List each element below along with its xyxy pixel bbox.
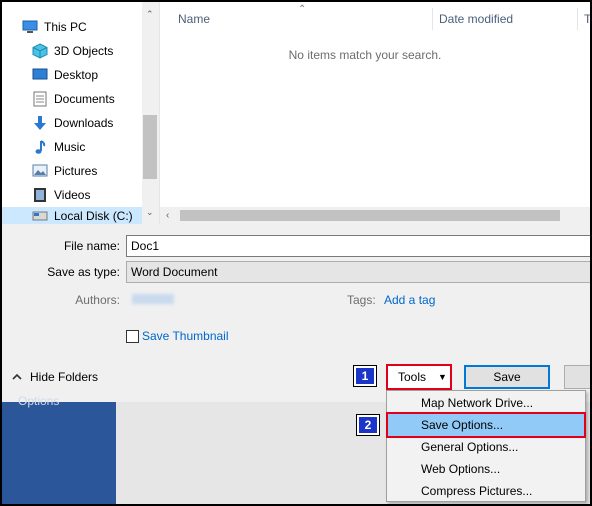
save-as-type-label: Save as type: <box>47 265 120 279</box>
file-name-value: Doc1 <box>131 239 160 253</box>
menu-item-label: Web Options... <box>421 462 501 476</box>
nav-item-3d-objects[interactable]: 3D Objects <box>2 39 142 63</box>
step-badge-2: 2 <box>356 414 380 436</box>
3d-objects-icon <box>32 43 48 59</box>
menu-item-web-options[interactable]: Web Options... <box>388 458 584 480</box>
tags-label: Tags: <box>347 293 376 307</box>
nav-item-music[interactable]: Music <box>2 135 142 159</box>
desktop-icon <box>32 67 48 83</box>
nav-item-local-disk[interactable]: Local Disk (C:) <box>2 207 142 224</box>
column-separator[interactable] <box>432 8 433 30</box>
authors-label: Authors: <box>75 293 120 307</box>
nav-scroll-thumb[interactable] <box>143 115 157 179</box>
menu-item-label: Map Network Drive... <box>421 396 534 410</box>
this-pc-icon <box>22 19 38 35</box>
nav-item-label: Desktop <box>54 68 99 82</box>
documents-icon <box>32 91 48 107</box>
navigation-pane: This PC 3D Objects Desktop Documents Dow… <box>2 2 158 224</box>
scroll-down-arrow-icon[interactable]: ⌄ <box>146 208 154 217</box>
nav-item-pictures[interactable]: Pictures <box>2 159 142 183</box>
sort-ascending-icon: ⌃ <box>298 4 307 15</box>
tools-dropdown-button[interactable]: Tools ▼ <box>386 364 452 390</box>
nav-item-documents[interactable]: Documents <box>2 87 142 111</box>
cancel-button[interactable] <box>564 365 590 389</box>
nav-item-label: Music <box>54 140 86 154</box>
column-header-date-modified[interactable]: Date modified <box>439 12 513 26</box>
column-header-type[interactable]: Ty <box>584 12 590 26</box>
tools-label: Tools <box>398 370 427 384</box>
nav-item-label: Local Disk (C:) <box>54 208 133 223</box>
menu-item-compress-pictures[interactable]: Compress Pictures... <box>388 480 584 502</box>
dropdown-arrow-icon: ▼ <box>438 372 447 382</box>
scroll-up-arrow-icon[interactable]: ⌃ <box>146 10 154 19</box>
hide-folders-toggle[interactable]: Hide Folders <box>12 370 98 384</box>
empty-search-message: No items match your search. <box>288 48 442 62</box>
backstage-sidebar: Options <box>2 394 116 504</box>
menu-item-map-network-drive[interactable]: Map Network Drive... <box>388 392 584 414</box>
save-as-type-select[interactable]: Word Document <box>126 261 590 283</box>
downloads-icon <box>32 115 48 131</box>
horizontal-scroll-thumb[interactable] <box>180 210 560 221</box>
music-icon <box>32 139 48 155</box>
add-tag-link[interactable]: Add a tag <box>384 293 435 307</box>
save-label: Save <box>493 370 521 384</box>
nav-item-label: This PC <box>44 20 87 34</box>
save-button[interactable]: Save <box>464 365 550 389</box>
file-list-horizontal-scrollbar[interactable]: ‹ <box>160 207 590 224</box>
videos-icon <box>32 187 48 203</box>
nav-item-videos[interactable]: Videos <box>2 183 142 207</box>
menu-item-label: General Options... <box>421 440 519 454</box>
nav-vertical-scrollbar[interactable]: ⌃ ⌄ <box>142 2 158 224</box>
save-thumbnail-label[interactable]: Save Thumbnail <box>142 329 229 343</box>
save-thumbnail-checkbox[interactable] <box>126 330 139 343</box>
file-name-input[interactable]: Doc1 <box>126 235 590 257</box>
chevron-up-icon <box>12 370 22 384</box>
local-disk-icon <box>32 208 48 224</box>
backstage-options-item[interactable]: Options <box>18 394 59 408</box>
menu-item-general-options[interactable]: General Options... <box>388 436 584 458</box>
nav-item-downloads[interactable]: Downloads <box>2 111 142 135</box>
menu-item-label: Compress Pictures... <box>421 484 533 498</box>
nav-item-label: Pictures <box>54 164 98 178</box>
file-name-label: File name: <box>63 239 120 253</box>
menu-item-save-options[interactable]: Save Options... <box>386 412 586 438</box>
tools-menu: Map Network Drive... Save Options... Gen… <box>386 390 586 502</box>
pictures-icon <box>32 163 48 179</box>
save-as-type-value: Word Document <box>131 265 218 279</box>
menu-item-label: Save Options... <box>421 418 504 432</box>
screenshot-frame: Options This PC 3D Objects Desktop Docum… <box>0 0 592 506</box>
file-list-pane: ⌃ Name Date modified Ty No items match y… <box>159 2 590 224</box>
nav-item-label: Videos <box>54 188 91 202</box>
authors-value-blurred[interactable] <box>132 294 174 304</box>
nav-item-label: Documents <box>54 92 115 106</box>
nav-item-this-pc[interactable]: This PC <box>2 15 142 39</box>
scroll-left-arrow-icon[interactable]: ‹ <box>166 210 169 221</box>
nav-item-label: Downloads <box>54 116 114 130</box>
hide-folders-label: Hide Folders <box>30 370 99 384</box>
column-header-row: ⌃ Name Date modified Ty <box>160 2 590 36</box>
step-badge-1: 1 <box>353 365 377 387</box>
nav-item-desktop[interactable]: Desktop <box>2 63 142 87</box>
nav-item-label: 3D Objects <box>54 44 114 58</box>
column-separator[interactable] <box>577 8 578 30</box>
column-header-name[interactable]: Name <box>178 12 210 26</box>
